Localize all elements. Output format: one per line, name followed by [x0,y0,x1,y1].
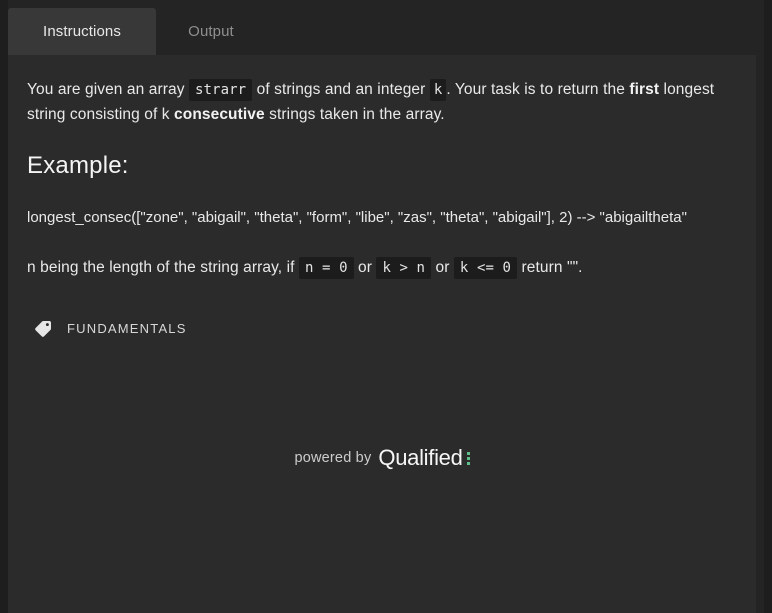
right-gutter [764,0,772,613]
paragraph-1-bold-first: first [629,81,660,98]
challenge-panel: Instructions Output You are given an arr… [0,0,772,613]
inline-code-k: k [429,79,447,101]
inline-code-n-equals-zero: n = 0 [298,256,354,279]
tab-instructions[interactable]: Instructions [8,8,156,55]
footer-branding: powered by Qualified [8,445,756,471]
example-heading: Example: [27,152,129,180]
inline-code-strarr: strarr [189,79,253,101]
paragraph-3-text-1: n being the length of the string array, … [27,258,299,276]
inline-code-k-lte-zero: k <= 0 [453,256,518,279]
paragraph-1-bold-consecutive: consecutive [174,106,265,124]
paragraph-3-text-4: return "". [517,258,583,276]
example-code-line: longest_consec(["zone", "abigail", "thet… [27,209,687,227]
tag-label[interactable]: FUNDAMENTALS [67,321,187,336]
colon-dots-icon [466,451,470,465]
paragraph-1-text-2: of strings and an integer [252,81,430,98]
inline-code-k-greater-n: k > n [376,256,432,279]
tag-icon [34,320,52,338]
qualified-brand-label: Qualified [378,445,463,470]
paragraph-3-text-3: or [431,258,454,276]
left-gutter [0,0,8,613]
instructions-content: You are given an array strarr of strings… [8,55,756,613]
tab-output-label: Output [188,23,234,40]
paragraph-3-text-2: or [353,258,377,276]
instruction-paragraph-1: You are given an array strarr of strings… [27,77,720,127]
powered-by-label: powered by [294,450,372,466]
tab-bar: Instructions Output [8,8,756,55]
instruction-paragraph-3: n being the length of the string array, … [27,255,720,280]
paragraph-1-text-5: strings taken in the array. [264,106,445,124]
tab-output[interactable]: Output [156,8,266,55]
tab-instructions-label: Instructions [43,23,121,40]
paragraph-1-text-1: You are given an array [27,81,189,98]
tag-row: FUNDAMENTALS [27,320,720,338]
paragraph-1-text-3: . Your task is to return the [446,81,630,98]
